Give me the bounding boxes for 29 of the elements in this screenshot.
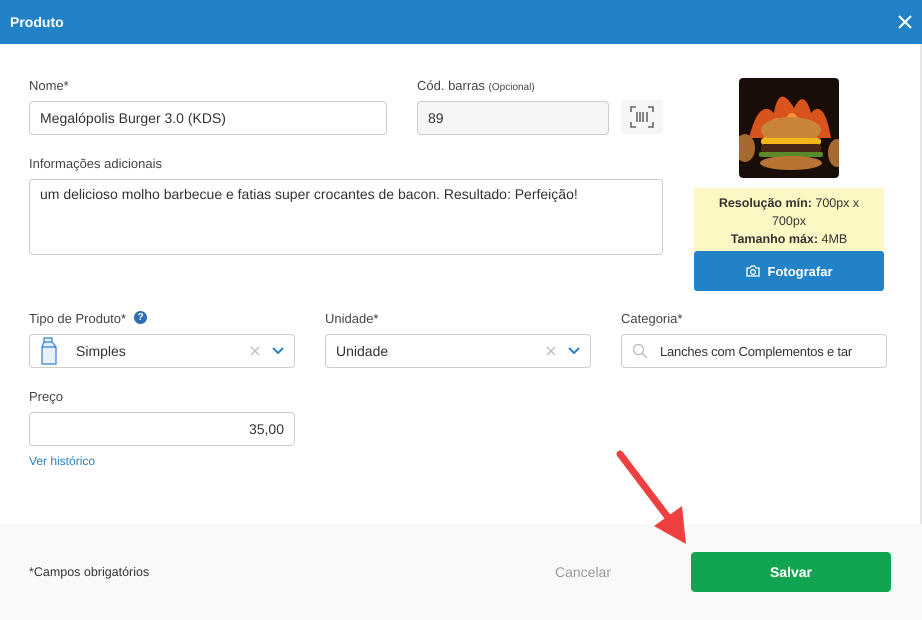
unit-select[interactable]: Unidade: [325, 334, 591, 368]
additional-info-field[interactable]: um delicioso molho barbecue e fatias super crocantes de bacon. Resultado: Perfeição!: [29, 179, 663, 255]
product-type-select[interactable]: Simples: [29, 334, 295, 368]
field-label: Preço: [29, 389, 64, 404]
required-fields-note: *Campos obrigatórios: [29, 565, 150, 579]
barcode-field[interactable]: 89: [417, 101, 609, 135]
max-size-text: Tamanho máx: 4MB: [730, 231, 848, 248]
chevron-down-icon[interactable]: [568, 347, 580, 355]
help-icon[interactable]: ?: [134, 311, 148, 324]
window-title: Produto: [10, 14, 64, 30]
field-label: Informações adicionais: [29, 156, 163, 171]
category-search-field[interactable]: Lanches com Complementos e tar: [621, 334, 887, 368]
field-label: Cód. barras (Opcional): [417, 78, 536, 93]
camera-icon: [746, 265, 760, 277]
field-label: Nome*: [29, 78, 70, 93]
field-label: Tipo de Produto*: [29, 311, 126, 326]
field-label: Unidade*: [325, 311, 380, 326]
barcode-scan-button[interactable]: [621, 100, 663, 134]
barcode-icon: [630, 106, 654, 128]
chevron-down-icon[interactable]: [272, 347, 284, 355]
resolution-text: Resolução mín: 700px x 700px: [718, 195, 860, 230]
field-label: Categoria*: [621, 311, 684, 326]
milk-carton-icon: [40, 337, 58, 365]
search-icon: [632, 343, 648, 359]
take-photo-button[interactable]: Fotografar: [694, 251, 884, 291]
price-history-link[interactable]: Ver histórico: [29, 454, 96, 468]
close-icon[interactable]: [898, 15, 912, 29]
price-field[interactable]: 35,00: [29, 412, 295, 446]
name-field[interactable]: Megalópolis Burger 3.0 (KDS): [29, 101, 387, 135]
